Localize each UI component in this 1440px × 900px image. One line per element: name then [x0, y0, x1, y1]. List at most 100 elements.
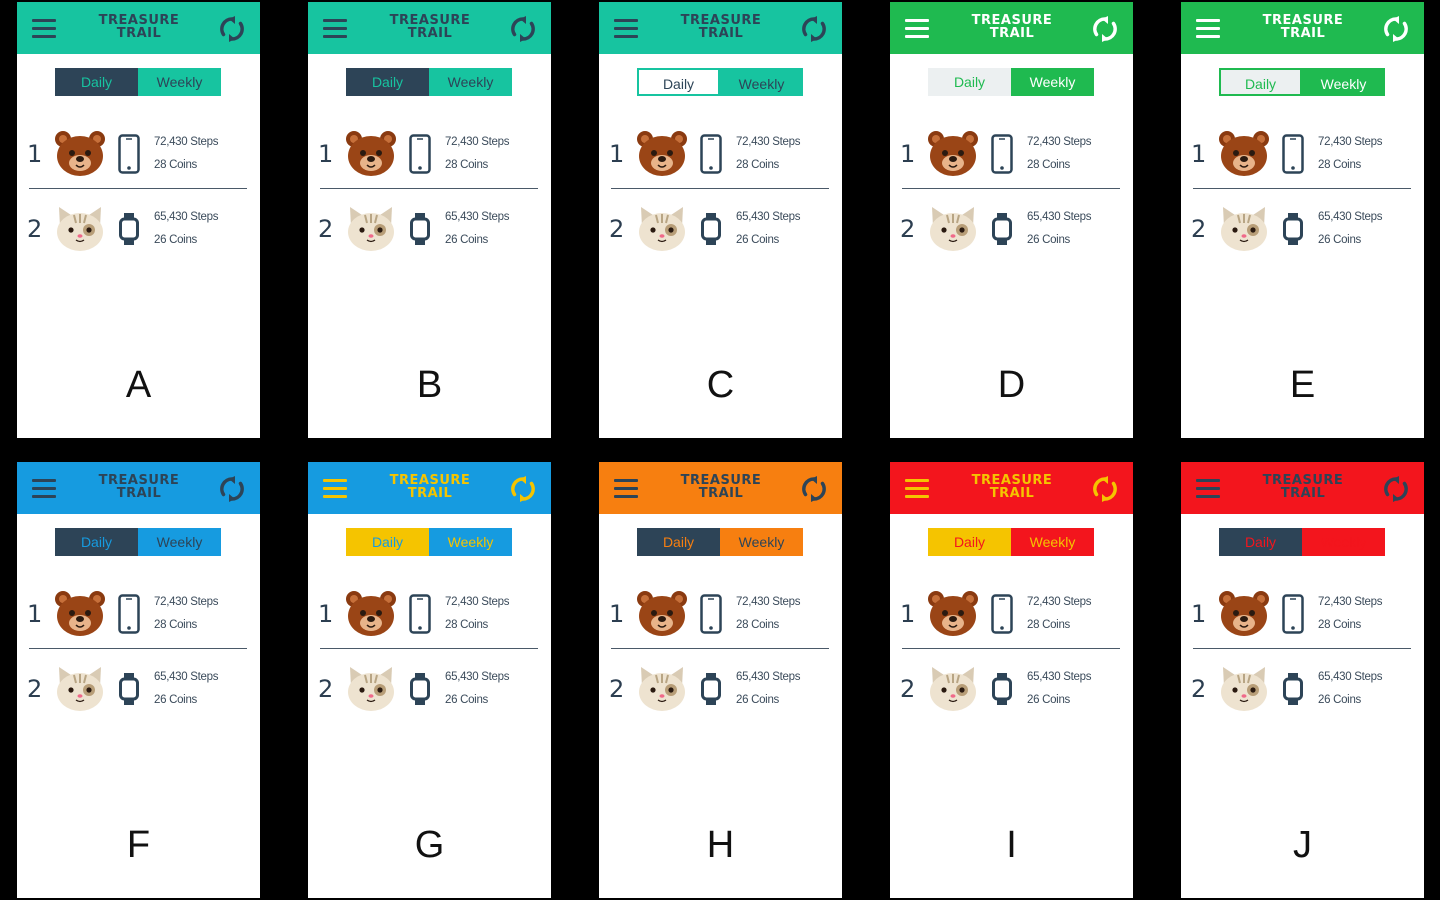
- steps-count: 65,430 Steps: [1027, 671, 1092, 683]
- weekly-tab[interactable]: Weekly: [429, 528, 512, 556]
- steps-count: 65,430 Steps: [736, 211, 801, 223]
- cat-avatar-icon: [930, 667, 976, 711]
- variant-label: I: [1006, 824, 1017, 866]
- rank-number: 1: [318, 140, 334, 168]
- cat-avatar-icon: [348, 667, 394, 711]
- leaderboard-row[interactable]: 1 72,430 Steps 28 Coins: [318, 588, 538, 644]
- refresh-icon[interactable]: [1383, 16, 1409, 42]
- leaderboard-row[interactable]: 1 72,430 Steps 28 Coins: [900, 588, 1120, 644]
- period-toggle: Daily Weekly: [346, 528, 512, 556]
- app-mockup-card-j: TREASURE TRAIL Daily Weekly 1 72,430 Ste…: [1181, 462, 1424, 898]
- hamburger-menu-icon[interactable]: [1196, 19, 1220, 38]
- period-toggle: Daily Weekly: [928, 528, 1094, 556]
- phone-icon: [700, 594, 722, 634]
- refresh-icon[interactable]: [1092, 476, 1118, 502]
- leaderboard-row[interactable]: 1 72,430 Steps 28 Coins: [900, 128, 1120, 184]
- leaderboard-row[interactable]: 2 65,430 Steps 26 Coins: [318, 203, 538, 259]
- refresh-icon[interactable]: [801, 16, 827, 42]
- leaderboard-row[interactable]: 2 65,430 Steps 26 Coins: [27, 663, 247, 719]
- hamburger-menu-icon[interactable]: [32, 479, 56, 498]
- player-stats: 65,430 Steps 26 Coins: [445, 211, 509, 257]
- coins-count: 26 Coins: [1027, 694, 1070, 706]
- app-mockup-card-d: TREASURE TRAIL Daily Weekly 1 72,430 Ste…: [890, 2, 1133, 438]
- app-title-line2: TRAIL: [989, 486, 1035, 501]
- steps-count: 72,430 Steps: [445, 136, 510, 148]
- app-title: TREASURE TRAIL: [363, 474, 497, 500]
- daily-tab[interactable]: Daily: [346, 68, 429, 96]
- app-title: TREASURE TRAIL: [1236, 474, 1370, 500]
- hamburger-menu-icon[interactable]: [614, 19, 638, 38]
- hamburger-menu-icon[interactable]: [323, 479, 347, 498]
- coins-count: 26 Coins: [154, 694, 197, 706]
- period-toggle: Daily Weekly: [346, 68, 512, 96]
- leaderboard-row[interactable]: 2 65,430 Steps 26 Coins: [1191, 203, 1411, 259]
- coins-count: 28 Coins: [1318, 159, 1361, 171]
- row-divider: [902, 648, 1120, 649]
- daily-tab[interactable]: Daily: [928, 528, 1011, 556]
- weekly-tab[interactable]: Weekly: [429, 68, 512, 96]
- leaderboard-row[interactable]: 1 72,430 Steps 28 Coins: [609, 588, 829, 644]
- weekly-tab[interactable]: Weekly: [1302, 528, 1385, 556]
- weekly-tab[interactable]: Weekly: [1011, 68, 1094, 96]
- row-divider: [1193, 188, 1411, 189]
- app-title: TREASURE TRAIL: [363, 14, 497, 40]
- hamburger-menu-icon[interactable]: [614, 479, 638, 498]
- refresh-icon[interactable]: [1383, 476, 1409, 502]
- rank-number: 1: [318, 600, 334, 628]
- daily-tab[interactable]: Daily: [1219, 68, 1302, 96]
- leaderboard-row[interactable]: 2 65,430 Steps 26 Coins: [900, 203, 1120, 259]
- leaderboard-row[interactable]: 2 65,430 Steps 26 Coins: [1191, 663, 1411, 719]
- coins-count: 28 Coins: [445, 619, 488, 631]
- daily-tab[interactable]: Daily: [55, 68, 138, 96]
- leaderboard-row[interactable]: 1 72,430 Steps 28 Coins: [27, 128, 247, 184]
- coins-count: 28 Coins: [736, 159, 779, 171]
- leaderboard-row[interactable]: 1 72,430 Steps 28 Coins: [609, 128, 829, 184]
- weekly-tab[interactable]: Weekly: [138, 528, 221, 556]
- leaderboard-row[interactable]: 1 72,430 Steps 28 Coins: [27, 588, 247, 644]
- refresh-icon[interactable]: [1092, 16, 1118, 42]
- hamburger-menu-icon[interactable]: [1196, 479, 1220, 498]
- player-stats: 72,430 Steps 28 Coins: [736, 136, 800, 182]
- bear-avatar-icon: [55, 131, 105, 176]
- leaderboard-row[interactable]: 1 72,430 Steps 28 Coins: [1191, 128, 1411, 184]
- phone-icon: [1282, 134, 1304, 174]
- app-mockup-card-a: TREASURE TRAIL Daily Weekly 1 72,430 Ste…: [17, 2, 260, 438]
- leaderboard-row[interactable]: 2 65,430 Steps 26 Coins: [900, 663, 1120, 719]
- hamburger-menu-icon[interactable]: [32, 19, 56, 38]
- refresh-icon[interactable]: [219, 476, 245, 502]
- weekly-tab[interactable]: Weekly: [1302, 68, 1385, 96]
- daily-tab[interactable]: Daily: [637, 68, 720, 96]
- hamburger-menu-icon[interactable]: [905, 19, 929, 38]
- leaderboard-row[interactable]: 2 65,430 Steps 26 Coins: [27, 203, 247, 259]
- daily-tab[interactable]: Daily: [346, 528, 429, 556]
- leaderboard-row[interactable]: 2 65,430 Steps 26 Coins: [609, 203, 829, 259]
- weekly-tab[interactable]: Weekly: [720, 68, 803, 96]
- leaderboard-row[interactable]: 2 65,430 Steps 26 Coins: [318, 663, 538, 719]
- player-stats: 72,430 Steps 28 Coins: [445, 596, 509, 642]
- leaderboard-row[interactable]: 1 72,430 Steps 28 Coins: [1191, 588, 1411, 644]
- rank-number: 2: [27, 675, 43, 703]
- refresh-icon[interactable]: [510, 476, 536, 502]
- daily-tab[interactable]: Daily: [637, 528, 720, 556]
- refresh-icon[interactable]: [510, 16, 536, 42]
- hamburger-menu-icon[interactable]: [905, 479, 929, 498]
- bear-avatar-icon: [928, 131, 978, 176]
- weekly-tab[interactable]: Weekly: [720, 528, 803, 556]
- row-divider: [320, 188, 538, 189]
- daily-tab[interactable]: Daily: [1219, 528, 1302, 556]
- phone-icon: [118, 594, 140, 634]
- app-title: TREASURE TRAIL: [72, 14, 206, 40]
- leaderboard-row[interactable]: 2 65,430 Steps 26 Coins: [609, 663, 829, 719]
- row-divider: [29, 648, 247, 649]
- leaderboard-row[interactable]: 1 72,430 Steps 28 Coins: [318, 128, 538, 184]
- refresh-icon[interactable]: [219, 16, 245, 42]
- rank-number: 2: [609, 215, 625, 243]
- hamburger-menu-icon[interactable]: [323, 19, 347, 38]
- bear-avatar-icon: [637, 591, 687, 636]
- daily-tab[interactable]: Daily: [55, 528, 138, 556]
- rank-number: 2: [27, 215, 43, 243]
- weekly-tab[interactable]: Weekly: [1011, 528, 1094, 556]
- refresh-icon[interactable]: [801, 476, 827, 502]
- weekly-tab[interactable]: Weekly: [138, 68, 221, 96]
- daily-tab[interactable]: Daily: [928, 68, 1011, 96]
